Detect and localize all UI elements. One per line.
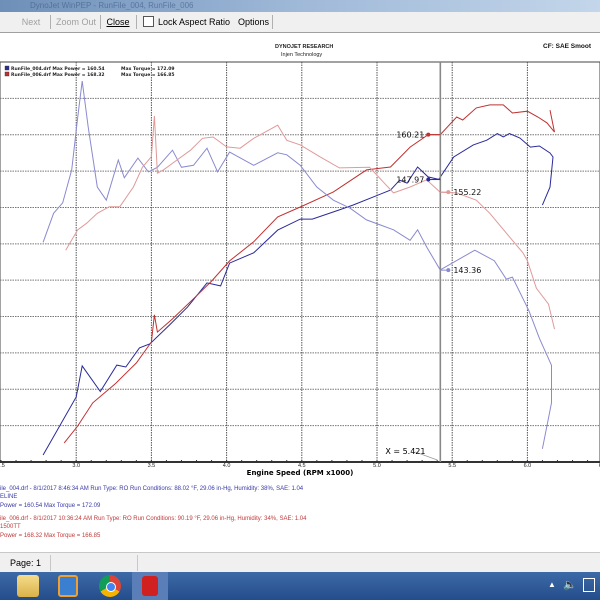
- legend-entry-torque: Max Torque = 172.09: [121, 66, 175, 72]
- next-button[interactable]: Next: [12, 15, 51, 29]
- cursor-value-marker: [426, 132, 431, 137]
- run-info-2-line2: 1500TT: [0, 524, 21, 530]
- options-button[interactable]: Options: [234, 15, 273, 29]
- media-player-icon[interactable]: [58, 575, 78, 597]
- cursor-value-marker: [446, 190, 451, 195]
- status-cell: [51, 555, 138, 571]
- x-tick-label: 6.0: [524, 463, 532, 469]
- window-title: DynoJet WinPEP - RunFile_004, RunFile_00…: [30, 1, 194, 10]
- run-info-2-line3: Power = 168.32 Max Torque = 166.85: [0, 533, 101, 539]
- lock-aspect-label[interactable]: Lock Aspect Ratio: [154, 15, 234, 29]
- x-axis-title: Engine Speed (RPM x1000): [247, 469, 354, 477]
- network-icon[interactable]: [583, 578, 595, 592]
- legend-entry-power: RunFile_006.drf Max Power = 168.32: [11, 72, 104, 78]
- x-tick-label: 3.0: [72, 463, 80, 469]
- taskbar: ▲ 🔈: [0, 572, 600, 600]
- plot-frame: [0, 61, 600, 463]
- toolbar: Next Zoom Out Close Lock Aspect Ratio Op…: [0, 12, 600, 33]
- close-button[interactable]: Close: [100, 15, 137, 29]
- x-tick-label: 5.5: [448, 463, 456, 469]
- cursor-value-marker: [446, 268, 451, 273]
- volume-icon[interactable]: 🔈: [563, 578, 577, 591]
- x-tick-label: 3.5: [148, 463, 156, 469]
- cursor-value-label: 155.22: [453, 188, 481, 197]
- cursor-value-marker: [426, 177, 431, 182]
- file-explorer-icon[interactable]: [17, 575, 39, 597]
- zoom-out-button[interactable]: Zoom Out: [52, 15, 101, 29]
- x-tick-label: 5.0: [373, 463, 381, 469]
- run-info-1-line2: ELINE: [0, 494, 18, 500]
- lock-aspect-checkbox[interactable]: [143, 16, 154, 27]
- cursor-value-label: 147.97: [396, 176, 424, 185]
- legend-entry-power: RunFile_004.drf Max Power = 160.54: [11, 66, 104, 72]
- cursor-label: X = 5.421: [385, 447, 425, 456]
- run-info-2-line1: ile_006.drf - 8/1/2017 10:36:24 AM Run T…: [0, 516, 307, 522]
- x-tick-label: 4.0: [223, 463, 231, 469]
- run-info-1-line3: Power = 160.54 Max Torque = 172.09: [0, 503, 101, 509]
- page-indicator: Page: 1: [0, 555, 51, 571]
- chrome-icon[interactable]: [99, 575, 121, 597]
- status-bar: Page: 1: [0, 552, 600, 573]
- x-tick-label: 2.5: [0, 463, 5, 469]
- cursor-value-label: 143.36: [453, 266, 481, 275]
- legend-swatch: [4, 71, 10, 77]
- legend-swatch: [4, 65, 10, 71]
- cursor-value-label: 160.21: [396, 131, 424, 140]
- dyno-chart[interactable]: 2.53.03.54.04.55.05.56.06.5Engine Speed …: [0, 32, 600, 492]
- run-info-1-line1: ile_004.drf - 8/1/2017 8:46:34 AM Run Ty…: [0, 486, 304, 492]
- legend-entry-torque: Max Torque = 166.85: [121, 72, 175, 78]
- show-hidden-icon[interactable]: ▲: [548, 580, 556, 589]
- dynojet-icon[interactable]: [132, 572, 168, 600]
- window-title-bar: DynoJet WinPEP - RunFile_004, RunFile_00…: [0, 0, 600, 12]
